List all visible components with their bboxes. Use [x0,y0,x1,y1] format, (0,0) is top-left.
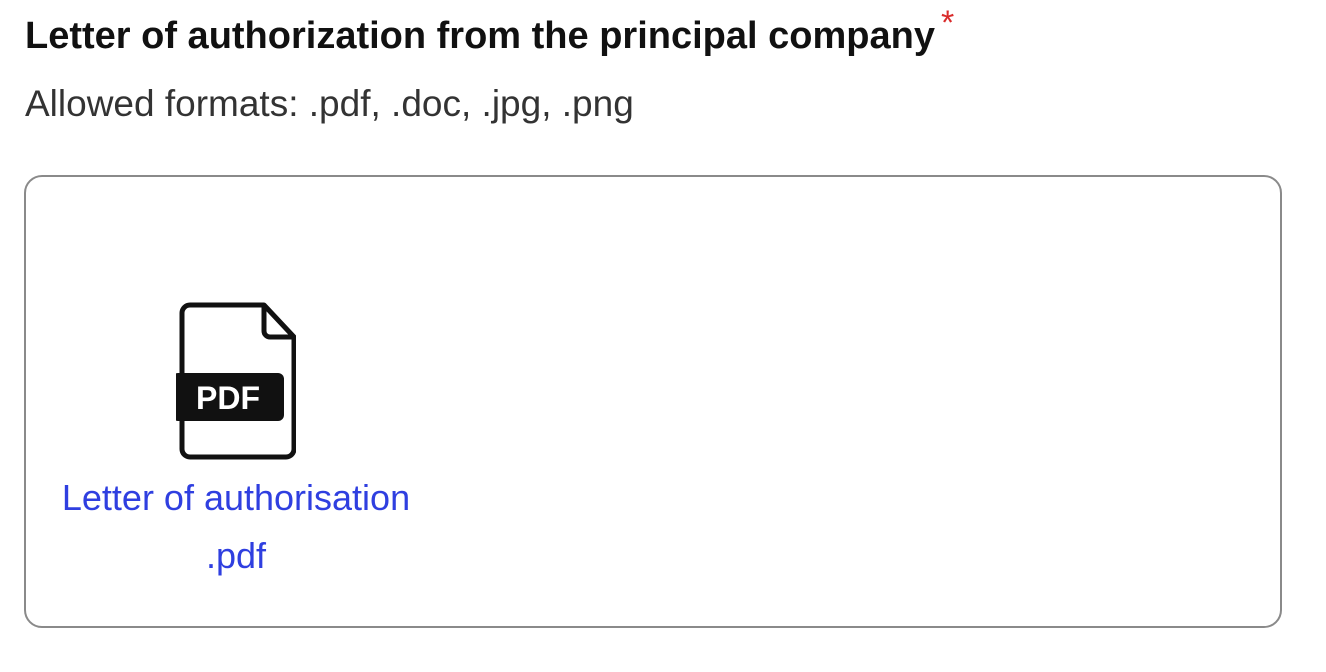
allowed-formats-hint: Allowed formats: .pdf, .doc, .jpg, .png [25,83,634,124]
field-label: Letter of authorization from the princip… [25,4,954,61]
file-name-link[interactable]: Letter of authorisation .pdf [56,469,416,585]
required-marker: * [940,4,955,42]
file-upload-dropzone[interactable]: PDF Letter of authorisation .pdf [24,175,1282,628]
field-label-text: Letter of authorization from the princip… [25,15,935,57]
uploaded-file-item[interactable]: PDF Letter of authorisation .pdf [46,301,426,585]
pdf-file-icon: PDF [176,302,296,460]
pdf-badge-text: PDF [196,380,260,416]
